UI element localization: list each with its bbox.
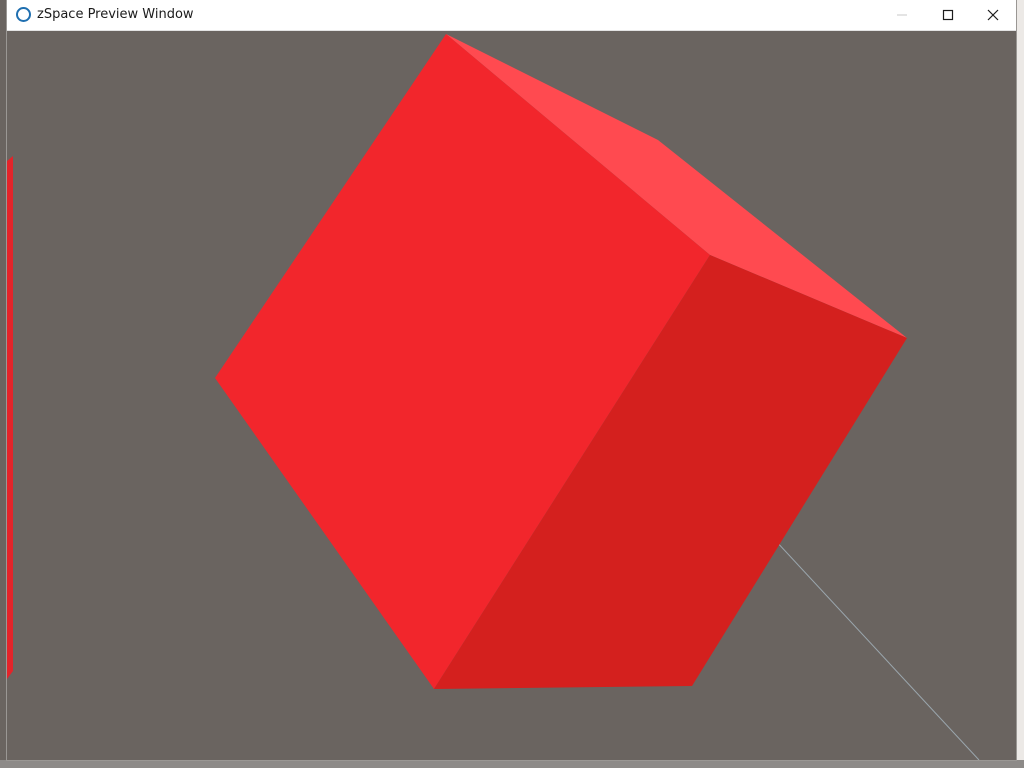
red-cube[interactable] [215,34,907,689]
window-title: zSpace Preview Window [37,7,194,22]
minimize-icon [897,14,907,16]
close-button[interactable] [970,0,1016,30]
zspace-preview-window[interactable]: zSpace Preview Window [7,0,1016,760]
background-app-edge [1016,0,1024,768]
zspace-app-icon [16,7,31,22]
edge-object [7,156,13,679]
3d-viewport[interactable] [7,31,1016,760]
maximize-icon [942,9,954,21]
maximize-button[interactable] [925,0,971,30]
desktop: zSpace Preview Window [0,0,1024,768]
taskbar-edge [0,760,1024,768]
minimize-button[interactable] [879,0,925,30]
title-bar[interactable]: zSpace Preview Window [7,0,1016,31]
scene-canvas[interactable] [7,31,1016,760]
close-icon [987,9,999,21]
